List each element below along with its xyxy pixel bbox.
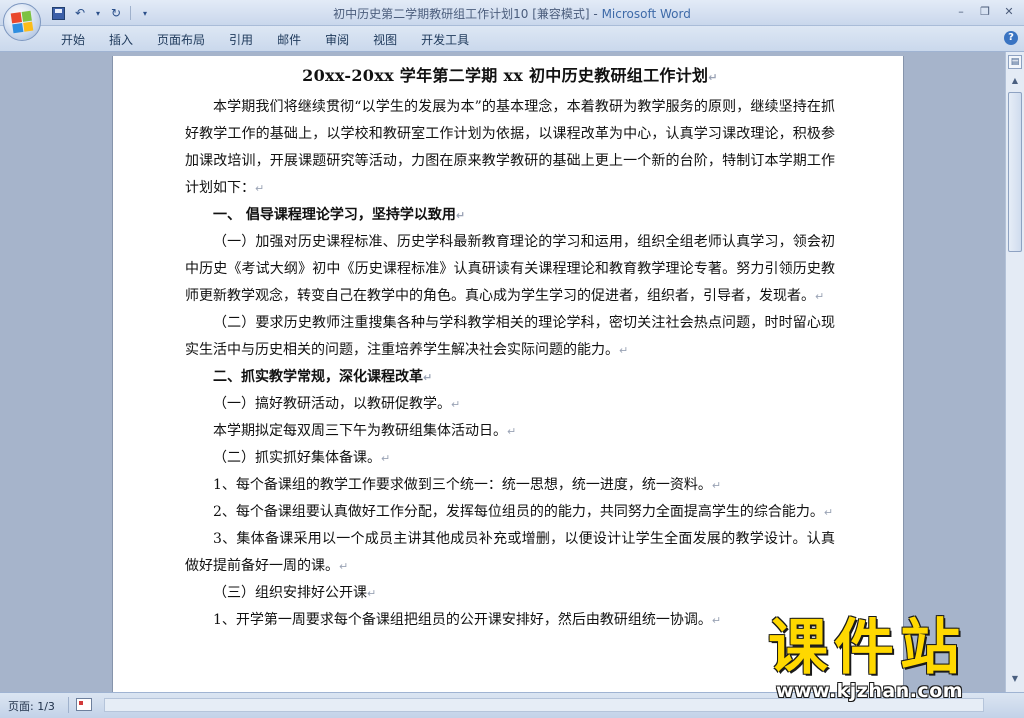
window-controls: – ❐ ✕ [950, 2, 1020, 20]
title-bar: ↶ ▾ ↻ ▾ 初中历史第二学期教研组工作计划10 [兼容模式] - Micro… [0, 0, 1024, 41]
paragraph-mark-icon: ↵ [367, 587, 377, 600]
help-icon[interactable]: ? [1004, 31, 1018, 45]
proofing-status-icon[interactable] [76, 698, 92, 711]
tab-mailings[interactable]: 邮件 [268, 30, 310, 49]
window-title: 初中历史第二学期教研组工作计划10 [兼容模式] - Microsoft Wor… [0, 5, 1024, 22]
office-button[interactable] [3, 3, 41, 41]
document-paragraph: （二）抓实抓好集体备课。↵ [185, 445, 835, 472]
vertical-scrollbar[interactable]: ▤ ▲ ▼ [1005, 52, 1024, 692]
paragraph-text: 二、抓实教学常规，深化课程改革 [213, 369, 423, 385]
document-workspace: 20xx-20xx 学年第二学期 xx 初中历史教研组工作计划↵ 本学期我们将继… [0, 52, 1005, 692]
paragraph-text: （三）组织安排好公开课 [213, 585, 367, 601]
document-body[interactable]: 20xx-20xx 学年第二学期 xx 初中历史教研组工作计划↵ 本学期我们将继… [185, 64, 835, 634]
scroll-down-arrow[interactable]: ▼ [1008, 672, 1022, 686]
ribbon-tabs: 开始 插入 页面布局 引用 邮件 审阅 视图 开发工具 [52, 30, 484, 49]
document-paragraph: 2、每个备课组要认真做好工作分配，发挥每位组员的的能力，共同努力全面提高学生的综… [185, 499, 835, 526]
paragraph-mark-icon: ↵ [711, 614, 722, 627]
view-ruler-button[interactable]: ▤ [1008, 55, 1022, 69]
paragraph-text: 2、每个备课组要认真做好工作分配，发挥每位组员的的能力，共同努力全面提高学生的综… [213, 504, 824, 520]
paragraph-mark-icon: ↵ [339, 560, 349, 573]
paragraph-mark-icon: ↵ [823, 506, 834, 519]
document-paragraph: （三）组织安排好公开课↵ [185, 580, 835, 607]
close-icon: ✕ [1004, 4, 1014, 18]
status-divider [68, 697, 69, 713]
tab-references[interactable]: 引用 [220, 30, 262, 49]
office-logo-icon [10, 10, 34, 34]
watermark: 课件站 www.kjzhan.com [768, 614, 1008, 718]
paragraph-text: 本学期拟定每双周三下午为教研组集体活动日。 [213, 423, 507, 439]
tab-page-layout[interactable]: 页面布局 [148, 30, 214, 49]
document-paragraph: （一）搞好教研活动，以教研促教学。↵ [185, 391, 835, 418]
tab-review[interactable]: 审阅 [316, 30, 358, 49]
paragraph-text: 一、 倡导课程理论学习，坚持学以致用 [213, 207, 456, 223]
document-title-text: 20xx-20xx 学年第二学期 xx 初中历史教研组工作计划 [302, 66, 709, 85]
tab-insert[interactable]: 插入 [100, 30, 142, 49]
minimize-button[interactable]: – [950, 2, 972, 20]
document-paragraph: 3、集体备课采用以一个成员主讲其他成员补充或增删，以便设计让学生全面发展的教学设… [185, 526, 835, 580]
paragraph-mark-icon: ↵ [708, 71, 718, 84]
document-paragraph: 本学期我们将继续贯彻“以学生的发展为本”的基本理念，本着教研为教学服务的原则，继… [185, 94, 835, 202]
tab-developer[interactable]: 开发工具 [412, 30, 478, 49]
paragraph-mark-icon: ↵ [255, 182, 265, 195]
restore-button[interactable]: ❐ [974, 2, 996, 20]
paragraph-mark-icon: ↵ [451, 398, 461, 411]
paragraph-text: （二）抓实抓好集体备课。 [213, 450, 381, 466]
document-paragraph: 1、每个备课组的教学工作要求做到三个统一：统一思想，统一进度，统一资料。↵ [185, 472, 835, 499]
paragraph-text: （二）要求历史教师注重搜集各种与学科教学相关的理论学科，密切关注社会热点问题，时… [185, 315, 835, 358]
paragraph-text: （一）加强对历史课程标准、历史学科最新教育理论的学习和运用，组织全组老师认真学习… [185, 234, 835, 304]
title-separator: - [589, 7, 602, 21]
tab-home[interactable]: 开始 [52, 30, 94, 49]
paragraph-text: （一）搞好教研活动，以教研促教学。 [213, 396, 451, 412]
document-paragraph: 本学期拟定每双周三下午为教研组集体活动日。↵ [185, 418, 835, 445]
paragraph-text: 1、开学第一周要求每个备课组把组员的公开课安排好，然后由教研组统一协调。 [213, 612, 712, 628]
watermark-url: www.kjzhan.com [776, 680, 964, 702]
paragraph-text: 本学期我们将继续贯彻“以学生的发展为本”的基本理念，本着教研为教学服务的原则，继… [185, 99, 835, 196]
paragraph-mark-icon: ↵ [381, 452, 391, 465]
watermark-brand: 课件站 [768, 613, 966, 683]
document-name: 初中历史第二学期教研组工作计划10 [兼容模式] [333, 7, 590, 21]
app-name: Microsoft Word [601, 7, 691, 21]
restore-icon: ❐ [980, 4, 990, 18]
paragraph-mark-icon: ↵ [711, 479, 722, 492]
document-paragraph: （一）加强对历史课程标准、历史学科最新教育理论的学习和运用，组织全组老师认真学习… [185, 229, 835, 310]
section-heading: 一、 倡导课程理论学习，坚持学以致用↵ [185, 202, 835, 229]
tab-view[interactable]: 视图 [364, 30, 406, 49]
paragraph-mark-icon: ↵ [507, 425, 517, 438]
document-paragraph: 1、开学第一周要求每个备课组把组员的公开课安排好，然后由教研组统一协调。↵ [185, 607, 835, 634]
document-paragraph: （二）要求历史教师注重搜集各种与学科教学相关的理论学科，密切关注社会热点问题，时… [185, 310, 835, 364]
paragraph-text: 1、每个备课组的教学工作要求做到三个统一：统一思想，统一进度，统一资料。 [213, 477, 712, 493]
page-count[interactable]: 页面: 1/3 [8, 698, 55, 714]
ribbon-tab-bar: 开始 插入 页面布局 引用 邮件 审阅 视图 开发工具 ? [0, 26, 1024, 52]
close-button[interactable]: ✕ [998, 2, 1020, 20]
paragraph-mark-icon: ↵ [423, 371, 433, 384]
scroll-thumb[interactable] [1008, 92, 1022, 252]
paragraph-text: 3、集体备课采用以一个成员主讲其他成员补充或增删，以便设计让学生全面发展的教学设… [185, 531, 835, 574]
paragraph-mark-icon: ↵ [619, 344, 629, 357]
minimize-icon: – [958, 4, 964, 18]
document-title: 20xx-20xx 学年第二学期 xx 初中历史教研组工作计划↵ [185, 64, 835, 90]
paragraph-mark-icon: ↵ [815, 290, 825, 303]
scroll-up-arrow[interactable]: ▲ [1008, 74, 1022, 88]
paragraph-mark-icon: ↵ [455, 209, 466, 222]
document-page[interactable]: 20xx-20xx 学年第二学期 xx 初中历史教研组工作计划↵ 本学期我们将继… [112, 56, 904, 692]
section-heading: 二、抓实教学常规，深化课程改革↵ [185, 364, 835, 391]
